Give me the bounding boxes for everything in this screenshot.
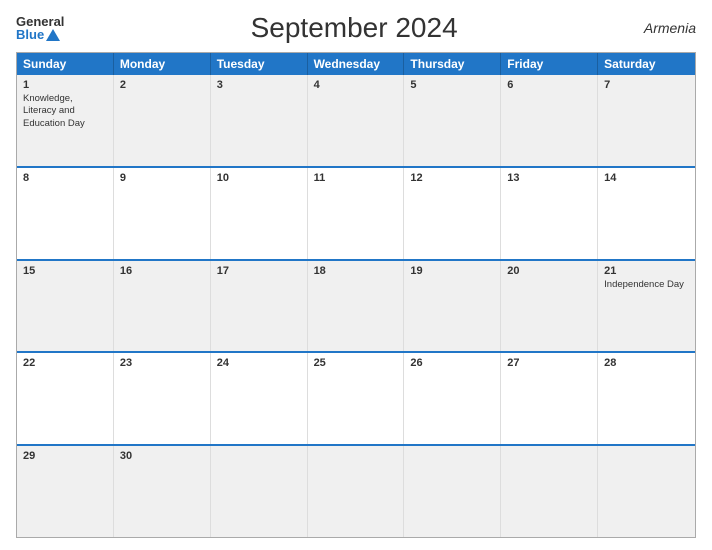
- day-number: 11: [314, 172, 398, 184]
- day-cell: 4: [308, 75, 405, 166]
- header-thursday: Thursday: [404, 53, 501, 75]
- day-event: Independence Day: [604, 279, 689, 291]
- day-cell: 25: [308, 353, 405, 444]
- day-number: 13: [507, 172, 591, 184]
- day-number: 15: [23, 265, 107, 277]
- day-cell: 24: [211, 353, 308, 444]
- day-cell: 5: [404, 75, 501, 166]
- calendar-grid: Sunday Monday Tuesday Wednesday Thursday…: [16, 52, 696, 538]
- day-cell: 6: [501, 75, 598, 166]
- day-cell: [211, 446, 308, 537]
- logo: General Blue: [16, 15, 64, 41]
- header-friday: Friday: [501, 53, 598, 75]
- logo-blue-text: Blue: [16, 28, 44, 41]
- day-cell: 7: [598, 75, 695, 166]
- day-cell: [404, 446, 501, 537]
- day-cell: 23: [114, 353, 211, 444]
- day-number: 3: [217, 79, 301, 91]
- weeks-container: 1Knowledge, Literacy and Education Day23…: [17, 75, 695, 537]
- day-cell: 13: [501, 168, 598, 259]
- calendar-page: General Blue September 2024 Armenia Sund…: [0, 0, 712, 550]
- day-number: 21: [604, 265, 689, 277]
- day-number: 1: [23, 79, 107, 91]
- day-cell: 19: [404, 261, 501, 352]
- day-number: 4: [314, 79, 398, 91]
- day-number: 2: [120, 79, 204, 91]
- day-cell: 3: [211, 75, 308, 166]
- day-number: 29: [23, 450, 107, 462]
- week-row-1: 1 Knowledge, Literacy and Education Day 2 3…: [17, 75, 695, 166]
- day-cell: 21 Independence Day: [598, 261, 695, 352]
- week-row-5: 29 30: [17, 444, 695, 537]
- country-name: Armenia: [644, 20, 696, 36]
- day-cell: 26: [404, 353, 501, 444]
- day-number: 27: [507, 357, 591, 369]
- day-number: 30: [120, 450, 204, 462]
- day-number: 20: [507, 265, 591, 277]
- day-cell: 30: [114, 446, 211, 537]
- day-cell: 10: [211, 168, 308, 259]
- week-row-3: 15 16 17 18 19 20 21 Independence Day: [17, 259, 695, 352]
- day-number: 25: [314, 357, 398, 369]
- header-saturday: Saturday: [598, 53, 695, 75]
- week-row-4: 22 23 24 25 26 27 28: [17, 351, 695, 444]
- header-sunday: Sunday: [17, 53, 114, 75]
- day-cell: 18: [308, 261, 405, 352]
- day-cell: 15: [17, 261, 114, 352]
- day-cell: 28: [598, 353, 695, 444]
- logo-triangle-icon: [46, 29, 60, 41]
- header-wednesday: Wednesday: [308, 53, 405, 75]
- day-number: 5: [410, 79, 494, 91]
- day-cell: 20: [501, 261, 598, 352]
- day-number: 10: [217, 172, 301, 184]
- day-number: 7: [604, 79, 689, 91]
- day-cell: 1 Knowledge, Literacy and Education Day: [17, 75, 114, 166]
- day-cell: [598, 446, 695, 537]
- day-cell: 2: [114, 75, 211, 166]
- day-number: 17: [217, 265, 301, 277]
- day-number: 14: [604, 172, 689, 184]
- week-row-2: 8 9 10 11 12 13 14: [17, 166, 695, 259]
- day-number: 26: [410, 357, 494, 369]
- day-number: 9: [120, 172, 204, 184]
- day-cell: 29: [17, 446, 114, 537]
- day-number: 18: [314, 265, 398, 277]
- day-cell: 14: [598, 168, 695, 259]
- day-cell: 12: [404, 168, 501, 259]
- day-cell: 8: [17, 168, 114, 259]
- day-number: 19: [410, 265, 494, 277]
- day-number: 6: [507, 79, 591, 91]
- day-headers-row: Sunday Monday Tuesday Wednesday Thursday…: [17, 53, 695, 75]
- day-cell: 22: [17, 353, 114, 444]
- header-monday: Monday: [114, 53, 211, 75]
- day-cell: 27: [501, 353, 598, 444]
- day-event: Knowledge, Literacy and Education Day: [23, 93, 107, 130]
- day-number: 24: [217, 357, 301, 369]
- day-number: 23: [120, 357, 204, 369]
- day-cell: 17: [211, 261, 308, 352]
- day-cell: 9: [114, 168, 211, 259]
- day-number: 8: [23, 172, 107, 184]
- calendar-title: September 2024: [64, 12, 643, 44]
- day-cell: [501, 446, 598, 537]
- day-cell: 16: [114, 261, 211, 352]
- day-number: 12: [410, 172, 494, 184]
- day-number: 28: [604, 357, 689, 369]
- day-cell: 11: [308, 168, 405, 259]
- day-number: 16: [120, 265, 204, 277]
- header-tuesday: Tuesday: [211, 53, 308, 75]
- day-cell: [308, 446, 405, 537]
- header: General Blue September 2024 Armenia: [16, 12, 696, 44]
- day-number: 22: [23, 357, 107, 369]
